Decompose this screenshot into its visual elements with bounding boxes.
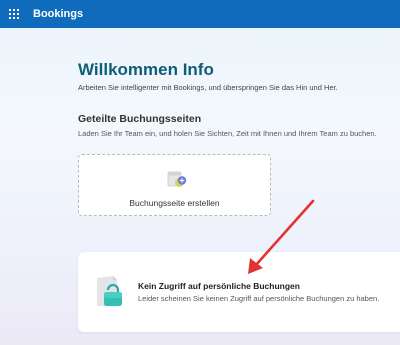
no-access-card: Kein Zugriff auf persönliche Buchungen L…: [78, 252, 400, 332]
create-booking-page-label: Buchungsseite erstellen: [129, 198, 220, 208]
page-title: Willkommen Info: [78, 60, 214, 79]
app-launcher-icon[interactable]: [9, 9, 19, 19]
section-title-shared-pages: Geteilte Buchungsseiten: [78, 113, 202, 125]
app-header-bar: Bookings: [0, 0, 400, 28]
page-subtitle: Arbeiten Sie intelligenter mit Bookings,…: [78, 83, 338, 92]
no-access-message: Leider scheinen Sie keinen Zugriff auf p…: [138, 294, 380, 303]
no-access-title: Kein Zugriff auf persönliche Buchungen: [138, 281, 300, 291]
section-subtitle-shared-pages: Laden Sie Ihr Team ein, und holen Sie Si…: [78, 129, 377, 138]
create-booking-page-button[interactable]: Buchungsseite erstellen: [78, 154, 271, 216]
calendar-add-icon: [167, 171, 187, 187]
lock-icon: [97, 276, 122, 306]
app-title[interactable]: Bookings: [33, 7, 83, 21]
